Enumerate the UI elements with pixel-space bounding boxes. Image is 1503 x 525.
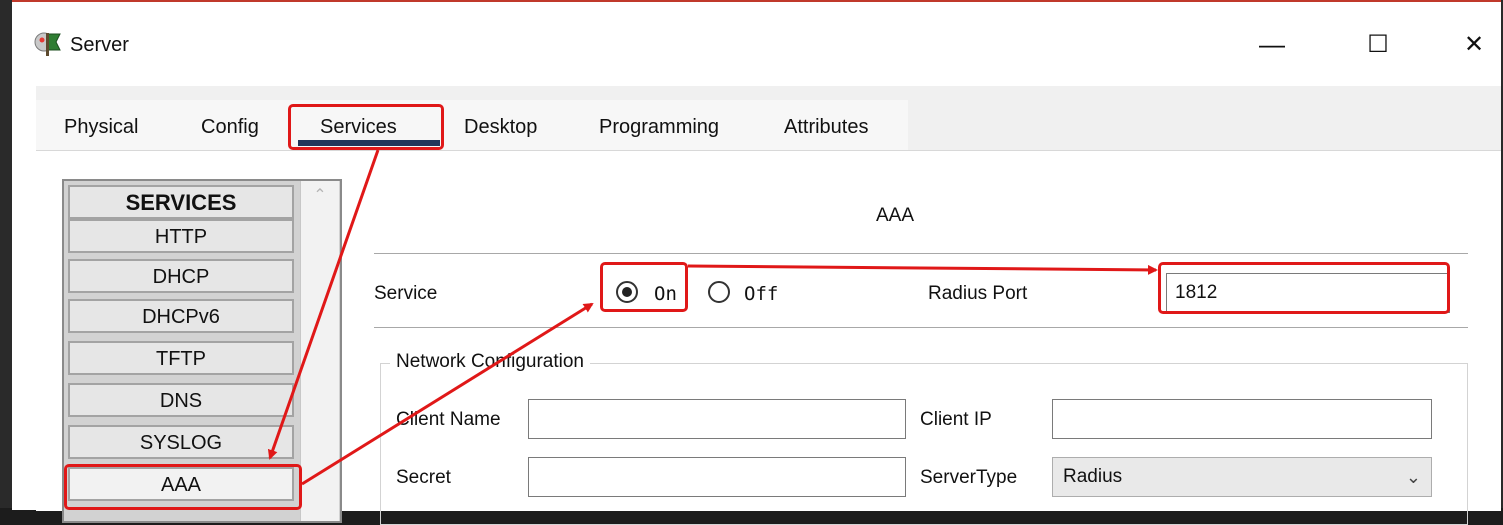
- network-configuration-group: [380, 363, 1468, 525]
- client-ip-label: Client IP: [920, 409, 992, 430]
- client-name-input[interactable]: [528, 399, 906, 439]
- tab-attributes[interactable]: Attributes: [784, 100, 868, 150]
- server-app-icon: [34, 30, 62, 58]
- service-off-radio[interactable]: [708, 281, 730, 303]
- divider: [374, 327, 1468, 328]
- network-configuration-title: Network Configuration: [390, 351, 590, 373]
- title-bar: Server — ☐ ✕: [12, 2, 1501, 86]
- aaa-section-title: AAA: [876, 205, 915, 226]
- secret-input[interactable]: [528, 457, 906, 497]
- server-window: Server — ☐ ✕ Physical Config Services De…: [12, 0, 1501, 525]
- radius-port-label: Radius Port: [928, 283, 1028, 304]
- window-client-area: Physical Config Services Desktop Program…: [36, 86, 1501, 525]
- services-scrollbar[interactable]: ⌃: [300, 181, 339, 521]
- service-on-radio[interactable]: [616, 281, 638, 303]
- server-type-select[interactable]: Radius ⌄: [1052, 457, 1432, 497]
- scroll-up-icon[interactable]: ⌃: [301, 181, 339, 211]
- close-button[interactable]: ✕: [1454, 24, 1494, 64]
- tab-physical[interactable]: Physical: [64, 100, 138, 150]
- service-item-syslog[interactable]: SYSLOG: [68, 425, 294, 459]
- service-item-dns[interactable]: DNS: [68, 383, 294, 417]
- service-item-aaa[interactable]: AAA: [68, 467, 294, 501]
- active-tab-indicator: [298, 140, 440, 146]
- server-type-value: Radius: [1063, 466, 1123, 487]
- service-on-label[interactable]: On: [654, 283, 677, 305]
- tab-desktop[interactable]: Desktop: [464, 100, 537, 150]
- service-off-label[interactable]: Off: [744, 283, 778, 305]
- radius-port-input[interactable]: 1812: [1166, 273, 1450, 313]
- services-panel: SERVICES HTTP DHCP DHCPv6 TFTP DNS SYSLO…: [36, 150, 1501, 525]
- service-item-dhcp[interactable]: DHCP: [68, 259, 294, 293]
- minimize-button[interactable]: —: [1252, 24, 1292, 64]
- window-title: Server: [70, 34, 129, 56]
- service-item-dhcpv6[interactable]: DHCPv6: [68, 299, 294, 333]
- divider: [374, 253, 1468, 254]
- tab-config[interactable]: Config: [201, 100, 259, 150]
- client-name-label: Client Name: [396, 409, 501, 430]
- chevron-down-icon: ⌄: [1405, 467, 1421, 487]
- service-label: Service: [374, 283, 438, 304]
- maximize-button[interactable]: ☐: [1358, 24, 1398, 64]
- services-list-header: SERVICES: [68, 185, 294, 219]
- client-ip-input[interactable]: [1052, 399, 1432, 439]
- service-item-tftp[interactable]: TFTP: [68, 341, 294, 375]
- service-item-http[interactable]: HTTP: [68, 219, 294, 253]
- radio-selected-dot: [622, 287, 632, 297]
- tab-programming[interactable]: Programming: [599, 100, 719, 150]
- secret-label: Secret: [396, 467, 451, 488]
- services-list: SERVICES HTTP DHCP DHCPv6 TFTP DNS SYSLO…: [62, 179, 342, 523]
- server-type-label: ServerType: [920, 467, 1018, 488]
